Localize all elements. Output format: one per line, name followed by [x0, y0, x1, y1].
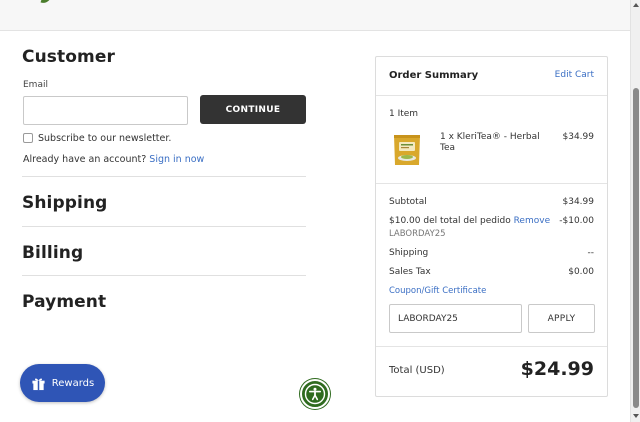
accessibility-button[interactable] — [300, 379, 330, 409]
email-field[interactable] — [23, 96, 188, 125]
scrollbar-thumb[interactable] — [633, 88, 639, 408]
gift-icon — [32, 377, 45, 390]
discount-label: $10.00 del total del pedido — [389, 216, 511, 226]
site-header — [0, 0, 630, 31]
logo-leaf-icon[interactable] — [40, 0, 52, 6]
sales-tax-value: $0.00 — [568, 267, 594, 277]
subtotal-label: Subtotal — [389, 197, 427, 207]
payment-heading: Payment — [22, 292, 107, 312]
section-divider — [22, 226, 306, 227]
signin-prompt: Already have an account? — [23, 154, 147, 165]
section-divider — [22, 275, 306, 276]
shipping-value: -- — [587, 248, 595, 258]
coupon-code-input[interactable] — [389, 304, 522, 333]
total-value: $24.99 — [520, 358, 594, 380]
total-label: Total (USD) — [389, 365, 445, 376]
product-image — [394, 135, 420, 165]
discount-code: LABORDAY25 — [389, 229, 446, 239]
signin-row: Already have an account? Sign in now — [23, 154, 204, 165]
page-scrollbar[interactable] — [630, 0, 640, 422]
product-name: 1 x KleriTea® - Herbal Tea — [440, 132, 540, 153]
accessibility-icon — [304, 383, 326, 405]
scroll-up-arrow-icon[interactable] — [633, 3, 639, 7]
subtotal-value: $34.99 — [562, 197, 595, 207]
shipping-label: Shipping — [389, 248, 429, 258]
rewards-label: Rewards — [51, 377, 95, 389]
summary-divider — [376, 346, 607, 347]
items-count: 1 Item — [389, 109, 419, 119]
shipping-heading: Shipping — [22, 193, 108, 213]
sales-tax-label: Sales Tax — [389, 267, 431, 277]
signin-link[interactable]: Sign in now — [149, 154, 204, 165]
rewards-button[interactable]: Rewards — [20, 364, 105, 402]
customer-heading: Customer — [22, 47, 115, 67]
billing-heading: Billing — [22, 243, 84, 263]
summary-divider — [376, 95, 607, 96]
continue-button[interactable]: CONTINUE — [200, 95, 306, 124]
edit-cart-link[interactable]: Edit Cart — [555, 70, 594, 80]
coupon-link[interactable]: Coupon/Gift Certificate — [389, 286, 486, 296]
newsletter-label[interactable]: Subscribe to our newsletter. — [38, 133, 171, 144]
email-label: Email — [23, 80, 48, 90]
discount-value: -$10.00 — [559, 216, 594, 226]
section-divider — [22, 176, 306, 177]
discount-label-row: $10.00 del total del pedido Remove — [389, 216, 550, 226]
order-summary: Order Summary Edit Cart 1 Item 1 x Kleri… — [375, 56, 608, 397]
newsletter-checkbox[interactable] — [23, 133, 33, 143]
scroll-down-arrow-icon[interactable] — [633, 414, 639, 418]
order-summary-title: Order Summary — [389, 70, 479, 81]
discount-remove-link[interactable]: Remove — [514, 216, 551, 226]
apply-button[interactable]: APPLY — [528, 304, 595, 333]
summary-divider — [376, 183, 607, 184]
product-price: $34.99 — [562, 132, 595, 142]
